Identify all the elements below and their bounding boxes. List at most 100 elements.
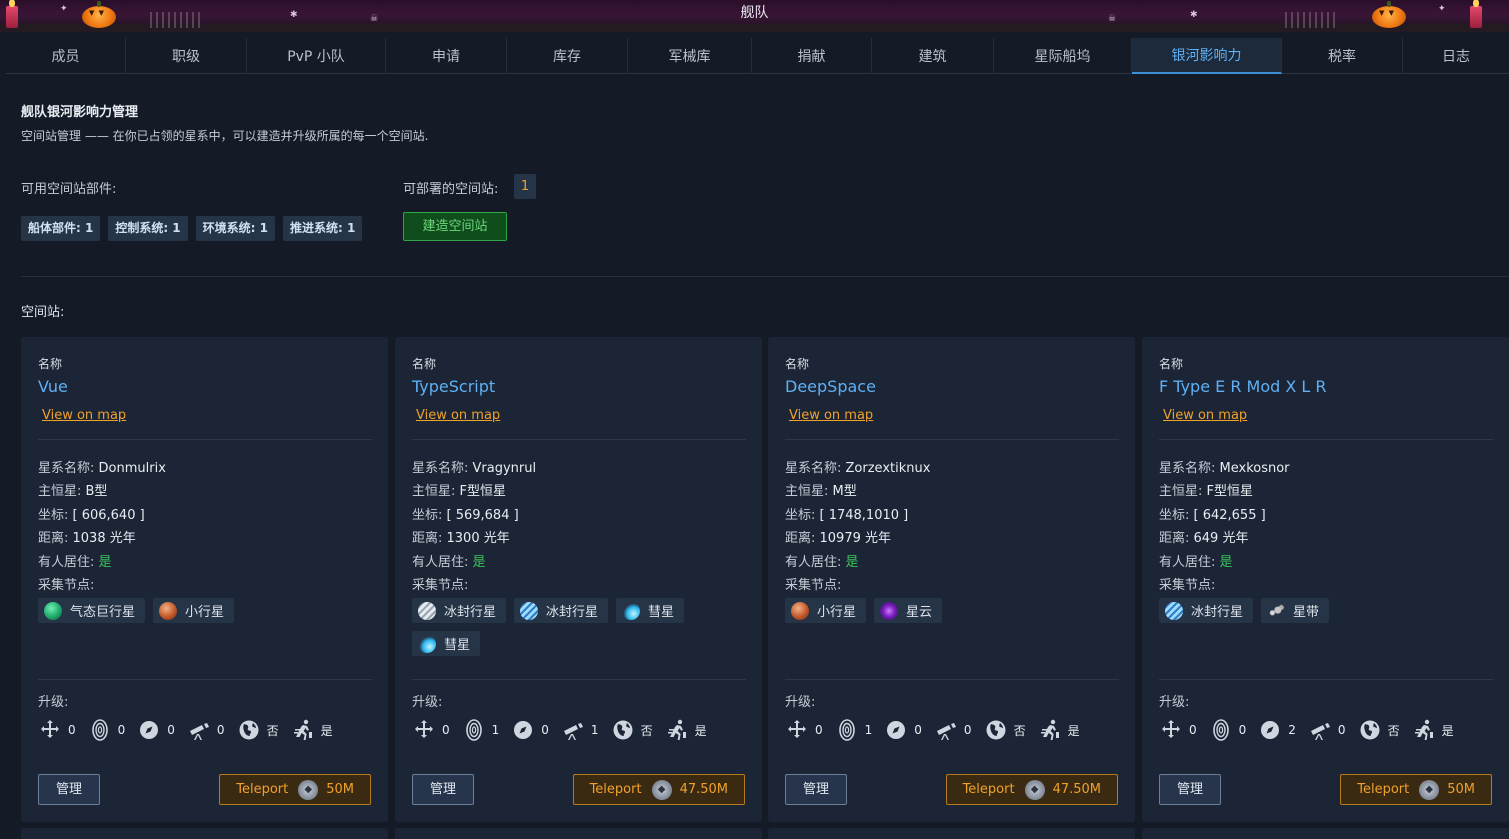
tab-applications[interactable]: 申请 xyxy=(386,38,507,74)
inhabited-status: 是 xyxy=(98,554,112,570)
tab-inventory[interactable]: 库存 xyxy=(507,38,628,74)
teleport-button[interactable]: Teleport ◆ 47.50M xyxy=(572,774,745,805)
tab-shipyard[interactable]: 星际船坞 xyxy=(994,38,1132,74)
tab-ranks[interactable]: 职级 xyxy=(126,38,247,74)
distance-row: 距离: 649 光年 xyxy=(1159,531,1249,547)
coordinates-row: 坐标: [ 606,640 ] xyxy=(38,507,145,523)
view-on-map-link[interactable]: View on map xyxy=(789,408,873,423)
inhabited-status: 是 xyxy=(845,554,859,570)
upgrade-item: 否 xyxy=(237,718,279,742)
upgrade-item: 否 xyxy=(611,718,653,742)
upgrade-item: 0 xyxy=(412,718,450,742)
view-on-map-link[interactable]: View on map xyxy=(416,408,500,423)
tab-logs[interactable]: 日志 xyxy=(1403,38,1509,74)
manage-button[interactable]: 管理 xyxy=(785,774,847,805)
halloween-banner: ✦ ✱ ☠ 舰队 ☠ ✱ ✦ xyxy=(0,0,1509,32)
shield-swirl-icon xyxy=(835,718,859,742)
view-on-map-link[interactable]: View on map xyxy=(42,408,126,423)
coordinates: [ 569,684 ] xyxy=(446,507,519,523)
telescope-icon xyxy=(934,718,958,742)
upgrade-value: 0 xyxy=(442,723,450,737)
teleport-label: Teleport xyxy=(1357,782,1410,797)
upgrade-item: 0 xyxy=(884,718,922,742)
upgrade-item: 否 xyxy=(984,718,1026,742)
build-station-button[interactable]: 建造空间站 xyxy=(403,212,507,241)
part-badge-control: 控制系统: 1 xyxy=(108,216,188,241)
station-name-label: 名称 xyxy=(1159,357,1184,371)
upgrades-label: 升级: xyxy=(1159,695,1190,710)
resource-node: 星云 xyxy=(874,598,943,623)
tab-pvp-squad[interactable]: PvP 小队 xyxy=(247,38,386,74)
page-title: 舰队银河影响力管理 xyxy=(21,105,139,120)
compass-icon xyxy=(1258,718,1282,742)
manage-button[interactable]: 管理 xyxy=(412,774,474,805)
upgrade-value: 0 xyxy=(216,723,225,737)
compass-icon xyxy=(137,718,161,742)
manage-button[interactable]: 管理 xyxy=(1159,774,1221,805)
running-person-icon xyxy=(1038,718,1062,742)
part-badge-environment: 环境系统: 1 xyxy=(195,216,275,241)
view-on-map-link[interactable]: View on map xyxy=(1163,408,1247,423)
coordinates: [ 1748,1010 ] xyxy=(819,507,909,523)
card-divider xyxy=(412,679,746,680)
ice-planet-grey-icon xyxy=(418,601,436,620)
spider-icon: ✱ xyxy=(1190,10,1198,20)
upgrade-item: 0 xyxy=(511,718,549,742)
teleport-label: Teleport xyxy=(962,782,1015,797)
distance-row: 距离: 1038 光年 xyxy=(38,531,136,547)
upgrade-item: 否 xyxy=(1358,718,1400,742)
nebula-icon xyxy=(880,601,899,620)
upgrades-row: 0 0 0 0 否 是 xyxy=(38,718,345,742)
sparkle-icon: ✦ xyxy=(1438,4,1446,14)
credit-coin-icon: ◆ xyxy=(1419,779,1440,800)
resource-node: 气态巨行星 xyxy=(38,598,146,623)
upgrade-item: 0 xyxy=(187,718,225,742)
station-name-label: 名称 xyxy=(412,357,437,371)
running-person-icon xyxy=(665,718,689,742)
station-info: 星系名称: Vragynrul 主恒星: F型恒星 坐标: [ 569,684 … xyxy=(412,457,536,597)
upgrade-item: 1 xyxy=(835,718,872,742)
tab-armory[interactable]: 军械库 xyxy=(628,38,752,74)
stations-label: 空间站: xyxy=(21,305,65,320)
resource-node-label: 冰封行星 xyxy=(1191,605,1244,620)
manage-button[interactable]: 管理 xyxy=(38,774,100,805)
upgrade-value: 是 xyxy=(1067,723,1080,738)
resource-node: 小行星 xyxy=(785,598,867,623)
resource-nodes: 冰封行星 冰封行星 彗星 彗星 xyxy=(412,598,752,656)
system-name: Donmulrix xyxy=(98,461,166,476)
resource-node: 小行星 xyxy=(153,598,235,623)
banner-title: 舰队 xyxy=(740,5,769,21)
main-star: B型 xyxy=(85,484,108,500)
telescope-icon xyxy=(187,718,211,742)
teleport-label: Teleport xyxy=(236,782,289,797)
resource-node: 冰封行星 xyxy=(1159,598,1254,623)
teleport-button[interactable]: Teleport ◆ 50M xyxy=(1340,774,1492,805)
teleport-button[interactable]: Teleport ◆ 47.50M xyxy=(945,774,1118,805)
upgrade-value: 否 xyxy=(640,723,653,738)
compass-icon xyxy=(511,718,535,742)
move-arrows-icon xyxy=(785,718,809,742)
parts-label: 可用空间站部件: xyxy=(21,182,117,197)
tab-tax-rate[interactable]: 税率 xyxy=(1282,38,1403,74)
distance: 10979 光年 xyxy=(819,531,892,547)
teleport-label: Teleport xyxy=(589,782,642,797)
system-name-row: 星系名称: Donmulrix xyxy=(38,461,166,476)
upgrade-value: 1 xyxy=(491,723,500,737)
upgrades-label: 升级: xyxy=(412,695,443,710)
card-divider xyxy=(38,679,372,680)
upgrade-value: 0 xyxy=(963,723,972,737)
card-divider xyxy=(1159,679,1493,680)
parts-list: 船体部件: 1 控制系统: 1 环境系统: 1 推进系统: 1 xyxy=(21,216,363,241)
tab-galactic-influence[interactable]: 银河影响力 xyxy=(1132,38,1282,74)
globe-icon xyxy=(237,718,261,742)
upgrade-item: 0 xyxy=(1308,718,1346,742)
teleport-button[interactable]: Teleport ◆ 50M xyxy=(219,774,371,805)
tab-buildings[interactable]: 建筑 xyxy=(872,38,994,74)
comet-icon xyxy=(622,601,641,620)
card-divider xyxy=(785,679,1119,680)
tab-donations[interactable]: 捐献 xyxy=(752,38,872,74)
telescope-icon xyxy=(1308,718,1332,742)
tab-members[interactable]: 成员 xyxy=(6,38,126,74)
teleport-cost: 47.50M xyxy=(1052,782,1101,797)
upgrade-item: 1 xyxy=(462,718,500,742)
